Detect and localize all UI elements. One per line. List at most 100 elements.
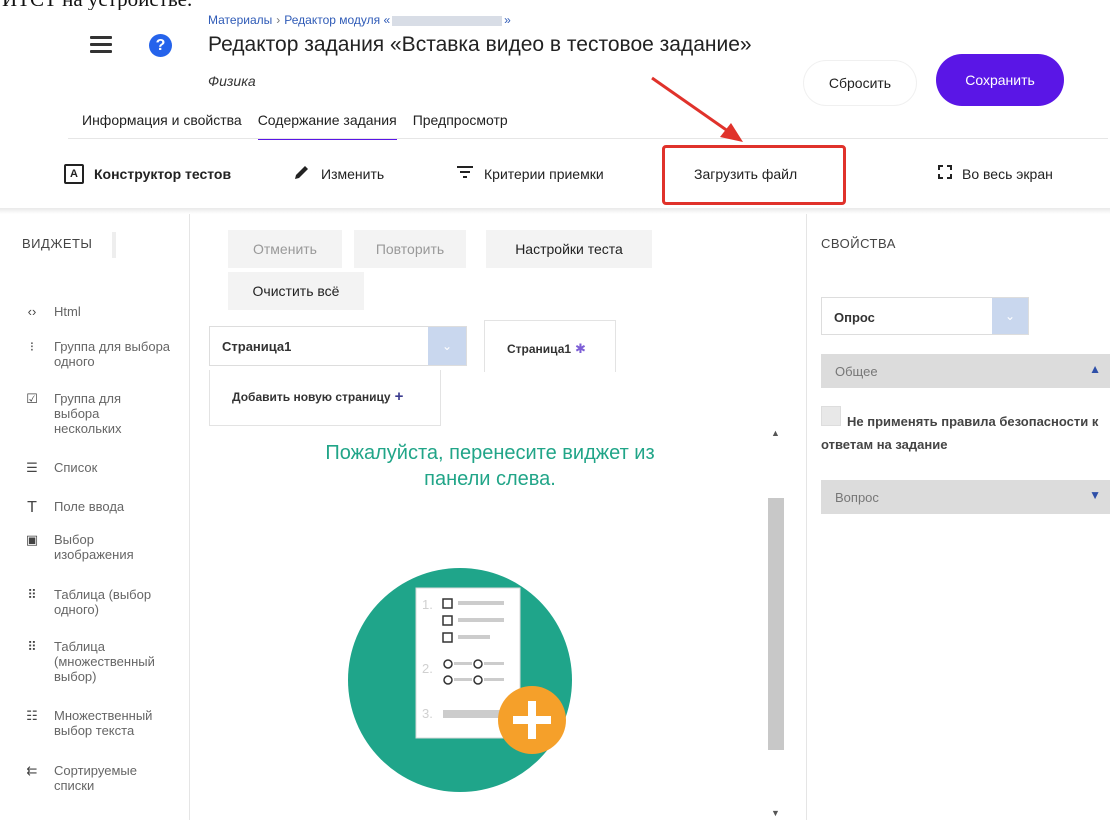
properties-title: СВОЙСТВА [821,236,896,251]
editor-canvas: Отменить Повторить Настройки теста Очист… [190,214,806,820]
widget-matrix-multi[interactable]: ⠿ Таблица (множественный выбор) [22,639,182,684]
page-title: Редактор задания «Вставка видео в тестов… [208,33,752,56]
widget-label: Сортируемые списки [54,763,137,793]
scroll-down-icon[interactable]: ▼ [771,808,780,818]
reset-button[interactable]: Сбросить [804,61,916,105]
multiple-text-icon: ☷ [26,708,38,723]
ranking-icon: ⇇ [26,763,38,778]
section-general-label: Общее [835,364,878,379]
widgets-sidebar: ВИДЖЕТЫ ‹› Html ⁝ Группа для выбора одно… [0,214,190,820]
properties-object-select[interactable]: Опрос ⌄ [821,297,1029,335]
html-icon: ‹› [27,304,37,319]
test-constructor-label: Конструктор тестов [94,166,232,182]
gear-icon[interactable]: ✱ [575,341,586,356]
dropdown-list-icon: ☰ [26,460,38,475]
matrix-single-icon: ⠿ [27,587,37,602]
widget-ranking[interactable]: ⇇ Сортируемые списки [22,763,162,793]
scrollbar-thumb[interactable] [768,498,784,750]
breadcrumb-materials-link[interactable]: Материалы [208,13,272,27]
widget-label: Список [54,460,98,475]
widget-html[interactable]: ‹› Html [22,304,81,319]
chevron-down-icon: ⌄ [992,298,1028,334]
section-question-label: Вопрос [835,490,879,505]
widget-label: Выбор изображения [54,532,134,562]
page-select-value: Страница1 [222,339,292,354]
properties-select-value: Опрос [834,310,875,325]
help-icon[interactable]: ? [149,34,172,57]
canvas-scrollbar[interactable]: ▲ ▼ [768,426,784,820]
checkbox-group-icon: ☑ [26,391,38,406]
illustration-number-3: 3. [422,706,433,721]
acceptance-criteria-label: Критерии приемки [484,166,604,182]
widget-dropdown[interactable]: ☰ Список [22,460,97,476]
widget-radio-group[interactable]: ⁝ Группа для выбора одного [22,339,172,369]
widget-matrix-single[interactable]: ⠿ Таблица (выбор одного) [22,587,182,617]
hamburger-menu-icon[interactable] [90,36,112,54]
widget-label: Множественный выбор текста [54,708,153,738]
page-subtitle: Физика [208,73,256,89]
empty-survey-illustration: 1. 2. 3. [348,568,572,792]
fullscreen-icon [938,164,952,184]
chevron-down-icon: ⌄ [428,327,466,365]
edit-label: Изменить [321,166,385,182]
breadcrumb-separator: › [276,13,281,27]
tabs-divider [68,138,1108,139]
page-tab-label: Страница1 [507,342,572,356]
constructor-icon: A [64,164,84,184]
matrix-multi-icon: ⠿ [27,639,37,654]
section-question[interactable]: Вопрос ▼ [821,480,1110,514]
tab-preview[interactable]: Предпросмотр [413,112,508,140]
fullscreen-label: Во весь экран [962,166,1053,182]
page-tab[interactable]: Страница1 ✱ [484,320,616,372]
upload-highlight-box [662,145,846,205]
widget-label: Таблица (множественный выбор) [54,639,155,684]
redacted-module-name [392,15,503,26]
image-picker-icon: ▣ [25,532,39,547]
widget-image-picker[interactable]: ▣ Выбор изображения [22,532,172,562]
widget-label: Поле ввода [54,499,125,514]
filter-icon [456,165,474,184]
pencil-icon [293,163,311,186]
widgets-title-divider [112,232,116,258]
chevron-down-icon: ▼ [1089,488,1101,502]
tab-task-content[interactable]: Содержание задания [257,112,397,140]
save-button[interactable]: Сохранить [936,54,1064,106]
tab-info-properties[interactable]: Информация и свойства [82,112,242,140]
chevron-up-icon: ▲ [1089,362,1101,376]
widgets-title: ВИДЖЕТЫ [22,236,93,251]
widget-label: Группа для выбора нескольких [54,391,122,436]
fullscreen-button[interactable]: Во весь экран [920,146,1071,202]
widget-label: Группа для выбора одного [54,339,171,369]
properties-panel: СВОЙСТВА Опрос ⌄ Общее ▲ Не применять пр… [806,214,1110,820]
breadcrumb-module-editor-link[interactable]: Редактор модуля « [284,13,390,27]
editor-tabs: Информация и свойства Содержание задания… [82,112,508,140]
clear-all-button[interactable]: Очистить всё [228,272,364,310]
clipped-top-text: ИТСТ на устройстве. [0,0,420,10]
drop-hint-message: Пожалуйста, перенесите виджет из панели … [325,442,655,490]
radio-group-icon: ⁝ [29,339,35,354]
widget-text-input[interactable]: T Поле ввода [22,499,124,517]
widget-label: Html [54,304,81,319]
test-constructor-button[interactable]: A Конструктор тестов [52,146,244,202]
add-page-button[interactable]: Добавить новую страницу + [209,370,441,426]
widget-checkbox-group[interactable]: ☑ Группа для выбора нескольких [22,391,162,436]
breadcrumb: Материалы › Редактор модуля « » [208,13,511,27]
acceptance-criteria-button[interactable]: Критерии приемки [434,146,626,202]
section-general[interactable]: Общее ▲ [821,354,1110,388]
breadcrumb-closing-quote: » [504,13,511,27]
add-page-label: Добавить новую страницу [232,390,391,404]
widget-multiple-text[interactable]: ☷ Множественный выбор текста [22,708,182,738]
scroll-up-icon[interactable]: ▲ [771,428,780,438]
widget-label: Таблица (выбор одного) [54,587,152,617]
edit-button[interactable]: Изменить [271,146,407,202]
test-settings-button[interactable]: Настройки теста [486,230,652,268]
undo-button[interactable]: Отменить [228,230,342,268]
security-rules-label: Не применять правила безопасности к отве… [821,414,1099,452]
redo-button[interactable]: Повторить [354,230,466,268]
text-input-icon: T [27,499,37,516]
editor-toolbar: A Конструктор тестов Изменить Критерии п… [36,142,1110,208]
plus-icon: + [394,388,404,405]
page-select[interactable]: Страница1 ⌄ [209,326,467,366]
illustration-number-2: 2. [422,661,433,676]
illustration-number-1: 1. [422,597,433,612]
